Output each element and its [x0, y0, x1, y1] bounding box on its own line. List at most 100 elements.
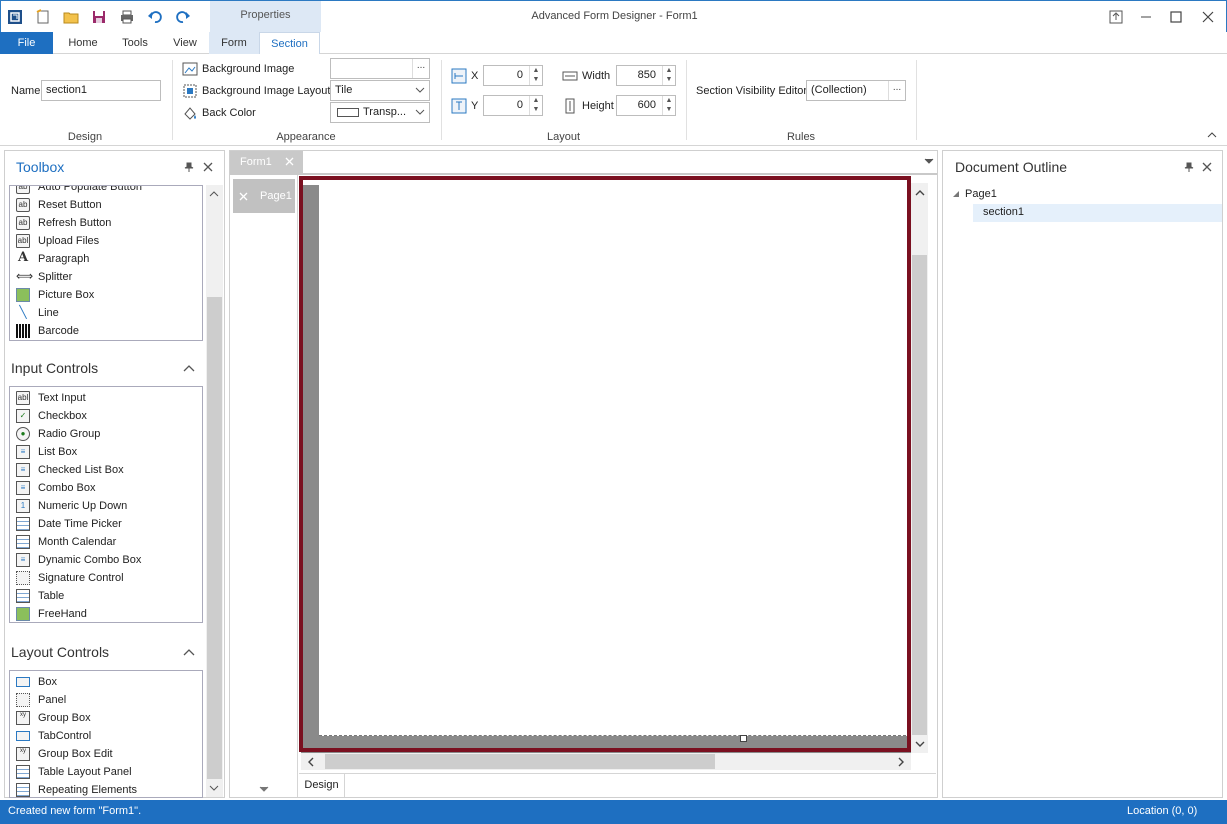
toolbox-item-group-box-edit[interactable]: xy Group Box Edit: [10, 745, 202, 763]
close-icon[interactable]: [285, 157, 294, 166]
toolbox-item-box[interactable]: Box: [10, 673, 202, 691]
chevron-right-icon[interactable]: [897, 757, 905, 767]
toolbox-item-panel[interactable]: Panel: [10, 691, 202, 709]
toolbox-item-label: Numeric Up Down: [38, 500, 128, 512]
toolbox-item-line[interactable]: ╲ Line: [10, 304, 202, 322]
spin-arrows-icon[interactable]: ▲ ▼: [529, 96, 542, 115]
tab-form[interactable]: Form: [209, 32, 259, 54]
toolbox-item-date-time-picker[interactable]: Date Time Picker: [10, 515, 202, 533]
spin-arrows-icon[interactable]: ▲ ▼: [529, 66, 542, 85]
chevron-up-icon[interactable]: [183, 648, 195, 656]
toolbox-item-signature-control[interactable]: Signature Control: [10, 569, 202, 587]
toolbox-item-repeating-elements[interactable]: Repeating Elements: [10, 781, 202, 797]
undo-icon[interactable]: [145, 7, 165, 27]
toolbox-scrollbar[interactable]: [206, 185, 223, 797]
chevron-down-icon[interactable]: [415, 107, 425, 117]
canvas-vscrollbar[interactable]: [911, 183, 928, 753]
scrollbar-thumb[interactable]: [912, 255, 927, 735]
toolbox-item-dynamic-combo-box[interactable]: ≡ Dynamic Combo Box: [10, 551, 202, 569]
scrollbar-thumb[interactable]: [207, 297, 222, 779]
page-tab-page1[interactable]: Page1: [233, 179, 295, 213]
chevron-up-icon[interactable]: [915, 189, 925, 197]
open-folder-icon[interactable]: [61, 7, 81, 27]
toolbox-item-tabcontrol[interactable]: TabControl: [10, 727, 202, 745]
tree-node-page1[interactable]: Page1: [965, 188, 997, 200]
tab-home[interactable]: Home: [60, 32, 106, 54]
redo-icon[interactable]: [173, 7, 193, 27]
designer-bottom-tabs: Design: [299, 773, 936, 797]
combo-box-icon: ≡: [16, 481, 30, 495]
spin-arrows-icon[interactable]: ▲ ▼: [662, 66, 675, 85]
toolbox-item-group-box[interactable]: xy Group Box: [10, 709, 202, 727]
toolbox-item-list-box[interactable]: ≡ List Box: [10, 443, 202, 461]
toolbox-item-text-input[interactable]: abl Text Input: [10, 389, 202, 407]
maximize-icon[interactable]: [1161, 7, 1191, 27]
section-visibility-browse-button[interactable]: ...: [888, 81, 905, 100]
design-canvas[interactable]: [299, 175, 936, 773]
tab-file[interactable]: File: [0, 32, 53, 54]
toolbox-item-table[interactable]: Table: [10, 587, 202, 605]
toolbox-item-checked-list-box[interactable]: ≡ Checked List Box: [10, 461, 202, 479]
canvas-hscrollbar[interactable]: [301, 753, 911, 770]
new-form-icon[interactable]: [33, 7, 53, 27]
x-stepper[interactable]: 0 ▲ ▼: [483, 65, 543, 86]
toolbox-item-numeric-up-down[interactable]: 1 Numeric Up Down: [10, 497, 202, 515]
rules-group-label: Rules: [786, 131, 816, 143]
tab-tools[interactable]: Tools: [112, 32, 158, 54]
toolbox-item-label: Auto Populate Button: [38, 185, 142, 193]
document-outline-panel: Document Outline Page1 section1: [942, 150, 1223, 798]
y-stepper[interactable]: 0 ▲ ▼: [483, 95, 543, 116]
chevron-down-icon[interactable]: [915, 740, 925, 748]
ribbon-display-options-icon[interactable]: [1101, 7, 1131, 27]
chevron-down-icon[interactable]: [924, 157, 934, 165]
close-icon[interactable]: [239, 192, 248, 201]
toolbox-item-refresh-button[interactable]: ab Refresh Button: [10, 214, 202, 232]
width-stepper[interactable]: 850 ▲ ▼: [616, 65, 676, 86]
chevron-left-icon[interactable]: [307, 757, 315, 767]
save-icon[interactable]: [89, 7, 109, 27]
tab-form1[interactable]: Form1: [230, 151, 303, 173]
input-controls-list: abl Text Input ✓ Checkbox ● Radio Group ≡ List …: [9, 386, 203, 623]
close-icon[interactable]: [1193, 7, 1223, 27]
toolbox-item-radio-group[interactable]: ● Radio Group: [10, 425, 202, 443]
chevron-down-icon[interactable]: [415, 85, 425, 95]
name-input[interactable]: section1: [41, 80, 161, 101]
collapse-ribbon-icon[interactable]: [1206, 130, 1218, 140]
y-position-icon: [451, 98, 467, 114]
background-image-browse-button[interactable]: ...: [412, 59, 429, 78]
pin-icon[interactable]: [184, 162, 194, 172]
tree-expand-icon[interactable]: [952, 190, 960, 198]
chevron-up-icon[interactable]: [209, 190, 219, 198]
height-stepper[interactable]: 600 ▲ ▼: [616, 95, 676, 116]
toolbox-item-combo-box[interactable]: ≡ Combo Box: [10, 479, 202, 497]
page-strip: [230, 175, 298, 797]
toolbox-item-month-calendar[interactable]: Month Calendar: [10, 533, 202, 551]
toolbox-item-upload-files[interactable]: abl Upload Files: [10, 232, 202, 250]
spin-arrows-icon[interactable]: ▲ ▼: [662, 96, 675, 115]
tab-view[interactable]: View: [162, 32, 208, 54]
toolbox-item-paragraph[interactable]: A Paragraph: [10, 250, 202, 268]
close-icon[interactable]: [203, 162, 213, 172]
pin-icon[interactable]: [1184, 162, 1194, 172]
toolbox-item-reset-button[interactable]: ab Reset Button: [10, 196, 202, 214]
minimize-icon[interactable]: [1131, 7, 1161, 27]
print-icon[interactable]: [117, 7, 137, 27]
toolbox-item-checkbox[interactable]: ✓ Checkbox: [10, 407, 202, 425]
toolbox-item-barcode[interactable]: Barcode: [10, 322, 202, 340]
toolbox-item-picture-box[interactable]: Picture Box: [10, 286, 202, 304]
toolbox-item-freehand[interactable]: FreeHand: [10, 605, 202, 623]
toolbox-item-table-layout-panel[interactable]: Table Layout Panel: [10, 763, 202, 781]
close-icon[interactable]: [1202, 162, 1212, 172]
tab-section[interactable]: Section: [259, 32, 320, 55]
tree-node-section1[interactable]: section1: [983, 206, 1024, 218]
tab-design[interactable]: Design: [299, 774, 345, 797]
scrollbar-thumb[interactable]: [325, 754, 715, 769]
chevron-down-icon[interactable]: [209, 784, 219, 792]
chevron-down-icon[interactable]: [259, 785, 269, 793]
toolbox-item-splitter[interactable]: ⟺ Splitter: [10, 268, 202, 286]
resize-handle[interactable]: [740, 735, 747, 742]
checkbox-icon: ✓: [16, 409, 30, 423]
section-visibility-editor-label: Section Visibility Editor: [696, 85, 808, 97]
chevron-up-icon[interactable]: [183, 364, 195, 372]
toolbox-item-auto-populate-button[interactable]: ab Auto Populate Button: [10, 185, 202, 196]
